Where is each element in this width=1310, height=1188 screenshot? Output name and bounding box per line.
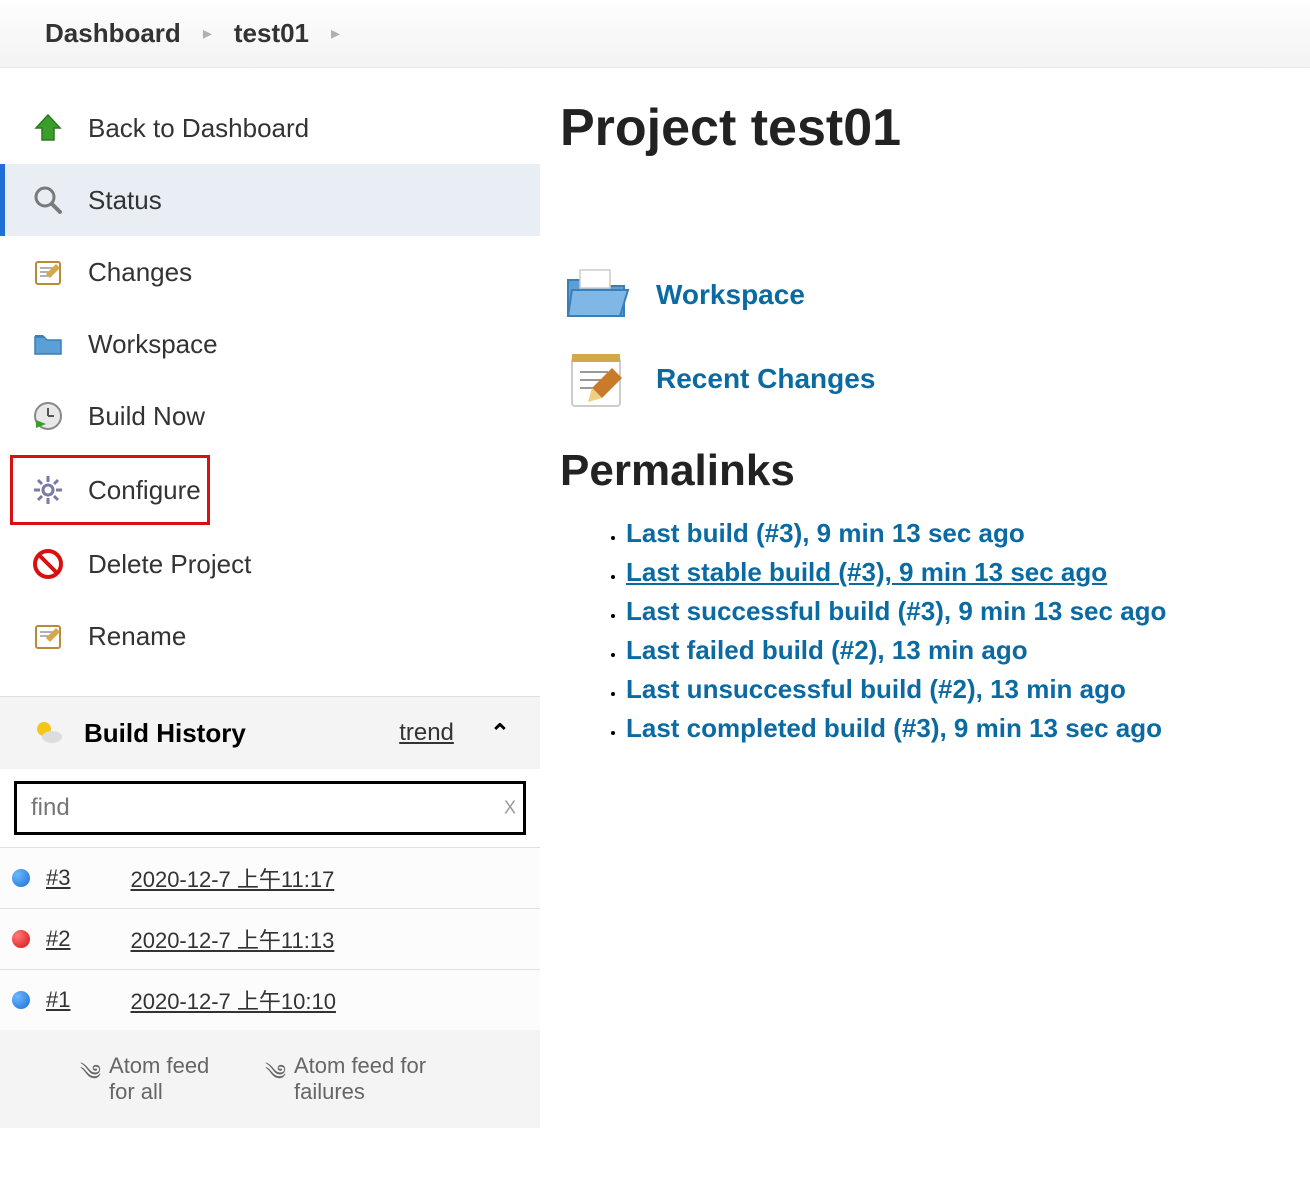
build-history-panel: Build History trend ⌃ X #3 2020-12-7 上午11… (0, 696, 540, 1128)
page-title: Project test01 (560, 98, 1290, 158)
rss-icon: ༄ (265, 1048, 286, 1110)
permalink[interactable]: Last failed build (#2), 13 min ago (626, 635, 1028, 665)
sidebar-item-label: Configure (88, 475, 201, 506)
sidebar-item-changes[interactable]: Changes (0, 236, 540, 308)
build-number-link[interactable]: #1 (46, 987, 70, 1013)
build-row[interactable]: #1 2020-12-7 上午10:10 (0, 969, 540, 1030)
notepad-icon (30, 254, 66, 290)
build-timestamp-link[interactable]: 2020-12-7 上午10:10 (130, 984, 335, 1016)
clear-find-icon[interactable]: X (504, 798, 516, 819)
folder-icon (30, 326, 66, 362)
weather-icon (30, 715, 66, 751)
recent-changes-link-row: Recent Changes (560, 342, 1290, 416)
permalinks-list: Last build (#3), 9 min 13 sec ago Last st… (560, 518, 1290, 744)
sidebar-item-label: Delete Project (88, 549, 251, 580)
collapse-icon[interactable]: ⌃ (490, 719, 510, 748)
permalink[interactable]: Last stable build (#3), 9 min 13 sec ago (626, 557, 1107, 587)
atom-feed-all[interactable]: ༄Atom feed for all (80, 1048, 235, 1110)
workspace-link-row: Workspace (560, 258, 1290, 332)
permalinks-heading: Permalinks (560, 446, 1290, 496)
sidebar-item-configure[interactable]: Configure (10, 455, 210, 525)
main-content: Project test01 Workspace Recent Changes … (540, 68, 1310, 1188)
sidebar-item-label: Changes (88, 257, 192, 288)
breadcrumb-separator: ▸ (203, 23, 212, 44)
breadcrumb: Dashboard ▸ test01 ▸ (0, 0, 1310, 68)
sidebar: Back to Dashboard Status Changes Workspa… (0, 68, 540, 1188)
build-row[interactable]: #2 2020-12-7 上午11:13 (0, 908, 540, 969)
breadcrumb-project[interactable]: test01 (234, 18, 309, 49)
permalink[interactable]: Last unsuccessful build (#2), 13 min ago (626, 674, 1126, 704)
notepad-edit-large-icon (560, 342, 634, 416)
search-icon (30, 182, 66, 218)
status-ball-icon (12, 991, 30, 1009)
sidebar-item-delete-project[interactable]: Delete Project (0, 528, 540, 600)
trend-link[interactable]: trend (399, 719, 454, 747)
workspace-link[interactable]: Workspace (656, 279, 805, 311)
sidebar-item-label: Rename (88, 621, 186, 652)
breadcrumb-dashboard[interactable]: Dashboard (45, 18, 181, 49)
sidebar-item-rename[interactable]: Rename (0, 600, 540, 672)
no-entry-icon (30, 546, 66, 582)
build-number-link[interactable]: #2 (46, 926, 70, 952)
sidebar-item-status[interactable]: Status (0, 164, 540, 236)
recent-changes-link[interactable]: Recent Changes (656, 363, 875, 395)
notepad-edit-icon (30, 618, 66, 654)
folder-open-icon (560, 258, 634, 332)
rss-icon: ༄ (80, 1048, 101, 1110)
clock-play-icon (30, 398, 66, 434)
build-timestamp-link[interactable]: 2020-12-7 上午11:17 (130, 862, 334, 894)
sidebar-item-label: Back to Dashboard (88, 113, 309, 144)
sidebar-item-label: Workspace (88, 329, 218, 360)
breadcrumb-separator: ▸ (331, 23, 340, 44)
permalink[interactable]: Last build (#3), 9 min 13 sec ago (626, 518, 1025, 548)
atom-feed-failures[interactable]: ༄Atom feed for failures (265, 1048, 460, 1110)
sidebar-item-label: Build Now (88, 401, 205, 432)
build-number-link[interactable]: #3 (46, 865, 70, 891)
permalink[interactable]: Last completed build (#3), 9 min 13 sec … (626, 713, 1162, 743)
build-row[interactable]: #3 2020-12-7 上午11:17 (0, 847, 540, 908)
build-timestamp-link[interactable]: 2020-12-7 上午11:13 (130, 923, 334, 955)
sidebar-item-back-to-dashboard[interactable]: Back to Dashboard (0, 92, 540, 164)
build-history-find-input[interactable] (14, 781, 526, 835)
sidebar-item-workspace[interactable]: Workspace (0, 308, 540, 380)
gear-icon (30, 472, 66, 508)
permalink[interactable]: Last successful build (#3), 9 min 13 sec… (626, 596, 1166, 626)
sidebar-item-build-now[interactable]: Build Now (0, 380, 540, 452)
status-ball-icon (12, 869, 30, 887)
status-ball-icon (12, 930, 30, 948)
build-history-title: Build History (84, 718, 246, 749)
up-arrow-icon (30, 110, 66, 146)
sidebar-item-label: Status (88, 185, 162, 216)
